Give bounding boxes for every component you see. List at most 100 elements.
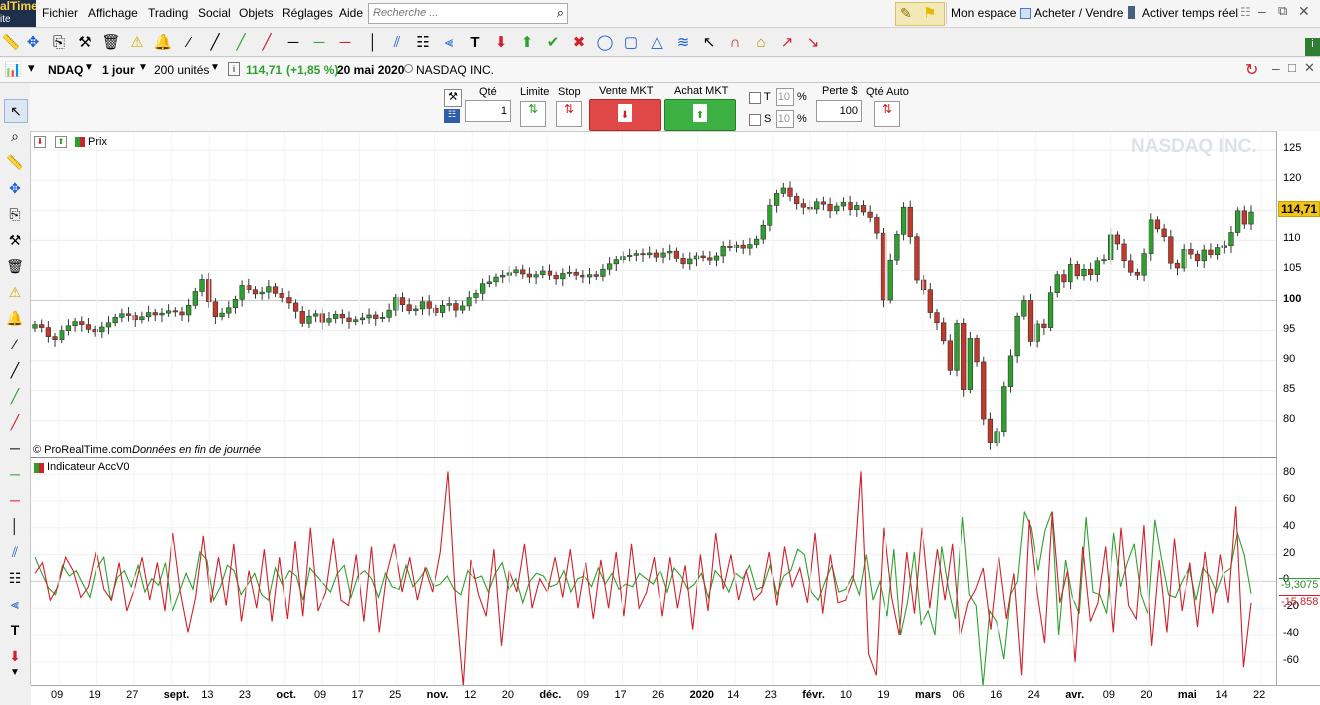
- menu-reglages[interactable]: Réglages: [282, 6, 333, 20]
- price-legend[interactable]: Prix: [88, 136, 107, 148]
- left-vline-icon[interactable]: │: [4, 515, 26, 537]
- search-input[interactable]: [369, 4, 547, 21]
- achat-mkt-button[interactable]: ⬆: [664, 99, 736, 131]
- win-minimize-icon[interactable]: –: [1272, 60, 1280, 76]
- left-hline-icon[interactable]: ─: [4, 437, 26, 459]
- magnet-icon[interactable]: ∩: [724, 31, 746, 53]
- refresh-icon[interactable]: ↻: [1245, 60, 1265, 80]
- restore-icon[interactable]: ⧉: [1278, 3, 1287, 19]
- left-text-icon[interactable]: T: [4, 619, 26, 641]
- ticker-dropdown-icon[interactable]: ▼: [84, 62, 94, 73]
- units-dropdown-icon[interactable]: ▼: [210, 62, 220, 73]
- s-input[interactable]: 10: [776, 110, 794, 128]
- search-icon[interactable]: ⌕: [557, 5, 564, 21]
- trend-up-icon[interactable]: ↗: [776, 31, 798, 53]
- lock-icon[interactable]: ⌂: [750, 31, 772, 53]
- perte-input[interactable]: 100: [816, 100, 862, 122]
- cross-icon[interactable]: ✖: [568, 31, 590, 53]
- hline-icon[interactable]: ─: [282, 31, 304, 53]
- fan-icon[interactable]: ⫷: [438, 31, 460, 53]
- red-line-icon[interactable]: ╱: [256, 31, 278, 53]
- left-fibonacci-icon[interactable]: ☷: [4, 567, 26, 589]
- keypad-icon[interactable]: ☷: [444, 109, 460, 123]
- win-maximize-icon[interactable]: □: [1288, 60, 1296, 75]
- move-icon[interactable]: ✥: [22, 31, 44, 53]
- left-fan-icon[interactable]: ⫷: [4, 593, 26, 615]
- cursor-select-icon[interactable]: ↖: [698, 31, 720, 53]
- ellipse-icon[interactable]: ◯: [594, 31, 616, 53]
- flag-icon[interactable]: ⚑: [923, 4, 936, 22]
- left-alert-icon[interactable]: ⚠: [4, 281, 26, 303]
- left-scroll-down-icon[interactable]: ▼: [4, 661, 26, 683]
- interval-dropdown-icon[interactable]: ▼: [138, 62, 148, 73]
- line-icon[interactable]: ╱: [204, 31, 226, 53]
- left-copy-icon[interactable]: ⎘: [4, 203, 26, 225]
- chevron-down-icon[interactable]: ▾: [28, 60, 35, 76]
- pointer-icon[interactable]: ↖: [4, 99, 28, 123]
- text-icon[interactable]: T: [464, 31, 486, 53]
- green-hline-icon[interactable]: ─: [308, 31, 330, 53]
- left-segment-icon[interactable]: ⁄: [4, 333, 26, 355]
- left-ruler-icon[interactable]: 📏: [4, 151, 26, 173]
- zoom-icon[interactable]: ⌕: [4, 125, 26, 147]
- price-chart-panel[interactable]: ⬇ ⬆ Prix NASDAQ INC. © ProRealTime.com D…: [31, 131, 1276, 457]
- acheter-vendre-button[interactable]: Acheter / Vendre: [1030, 2, 1123, 24]
- alert-icon[interactable]: ⚠: [126, 31, 148, 53]
- ticker-select[interactable]: NDAQ: [48, 61, 83, 79]
- wrench-icon[interactable]: ⚒: [444, 89, 462, 107]
- green-line-icon[interactable]: ╱: [230, 31, 252, 53]
- left-red-line-icon[interactable]: ╱: [4, 411, 26, 433]
- activer-temps-reel-button[interactable]: Activer temps réel: [1138, 2, 1238, 24]
- left-line-icon[interactable]: ╱: [4, 359, 26, 381]
- arrow-up-icon[interactable]: ⬆: [516, 31, 538, 53]
- menu-aide[interactable]: Aide: [339, 6, 363, 20]
- legend-up-icon[interactable]: ⬆: [55, 136, 67, 148]
- vline-icon[interactable]: │: [362, 31, 384, 53]
- left-bell-icon[interactable]: 🔔: [4, 307, 26, 329]
- bell-icon[interactable]: 🔔: [152, 31, 174, 53]
- left-green-line-icon[interactable]: ╱: [4, 385, 26, 407]
- left-green-hline-icon[interactable]: ─: [4, 463, 26, 485]
- left-channel-icon[interactable]: ⫽: [4, 541, 26, 563]
- menu-social[interactable]: Social: [198, 6, 231, 20]
- interval-select[interactable]: 1 jour: [102, 61, 135, 79]
- t-input[interactable]: 10: [776, 88, 794, 106]
- stop-order-icon[interactable]: ⇅: [556, 101, 582, 127]
- left-tools-icon[interactable]: ⚒: [4, 229, 26, 251]
- indicator-panel[interactable]: Indicateur AccV0: [31, 457, 1276, 686]
- s-checkbox[interactable]: [749, 114, 761, 126]
- legend-down-icon[interactable]: ⬇: [34, 136, 46, 148]
- menu-objets[interactable]: Objets: [239, 6, 274, 20]
- rectangle-icon[interactable]: ▢: [620, 31, 642, 53]
- fibonacci-icon[interactable]: ☷: [412, 31, 434, 53]
- pencil-icon[interactable]: ✎: [900, 5, 912, 22]
- tools-icon[interactable]: ⚒: [74, 31, 96, 53]
- trend-down-icon[interactable]: ↘: [802, 31, 824, 53]
- t-checkbox[interactable]: [749, 92, 761, 104]
- menu-fichier[interactable]: Fichier: [42, 6, 78, 20]
- wave-icon[interactable]: ≋: [672, 31, 694, 53]
- vente-mkt-button[interactable]: ⬇: [589, 99, 661, 131]
- left-red-hline-icon[interactable]: ─: [4, 489, 26, 511]
- left-move-icon[interactable]: ✥: [4, 177, 26, 199]
- mon-espace-button[interactable]: Mon espace: [946, 2, 1016, 24]
- check-icon[interactable]: ✔: [542, 31, 564, 53]
- trash-icon[interactable]: 🗑: [100, 31, 122, 53]
- tile-icon[interactable]: ☷: [1240, 5, 1251, 19]
- qte-input[interactable]: 1: [465, 100, 511, 122]
- win-close-icon[interactable]: ✕: [1304, 60, 1315, 76]
- close-icon[interactable]: ✕: [1298, 3, 1310, 20]
- copy-icon[interactable]: ⎘: [48, 31, 70, 53]
- info-box-icon[interactable]: i: [228, 62, 240, 76]
- menu-trading[interactable]: Trading: [148, 6, 188, 20]
- segment-icon[interactable]: ⁄: [178, 31, 200, 53]
- limite-order-icon[interactable]: ⇅: [520, 101, 546, 127]
- indicator-legend[interactable]: Indicateur AccV0: [47, 461, 130, 473]
- minimize-icon[interactable]: –: [1258, 3, 1266, 19]
- ruler-icon[interactable]: 📏: [0, 31, 22, 53]
- units-select[interactable]: 200 unités: [154, 61, 209, 79]
- qte-auto-icon[interactable]: ⇅: [874, 101, 900, 127]
- red-hline-icon[interactable]: ─: [334, 31, 356, 53]
- triangle-icon[interactable]: △: [646, 31, 668, 53]
- left-trash-icon[interactable]: 🗑: [4, 255, 26, 277]
